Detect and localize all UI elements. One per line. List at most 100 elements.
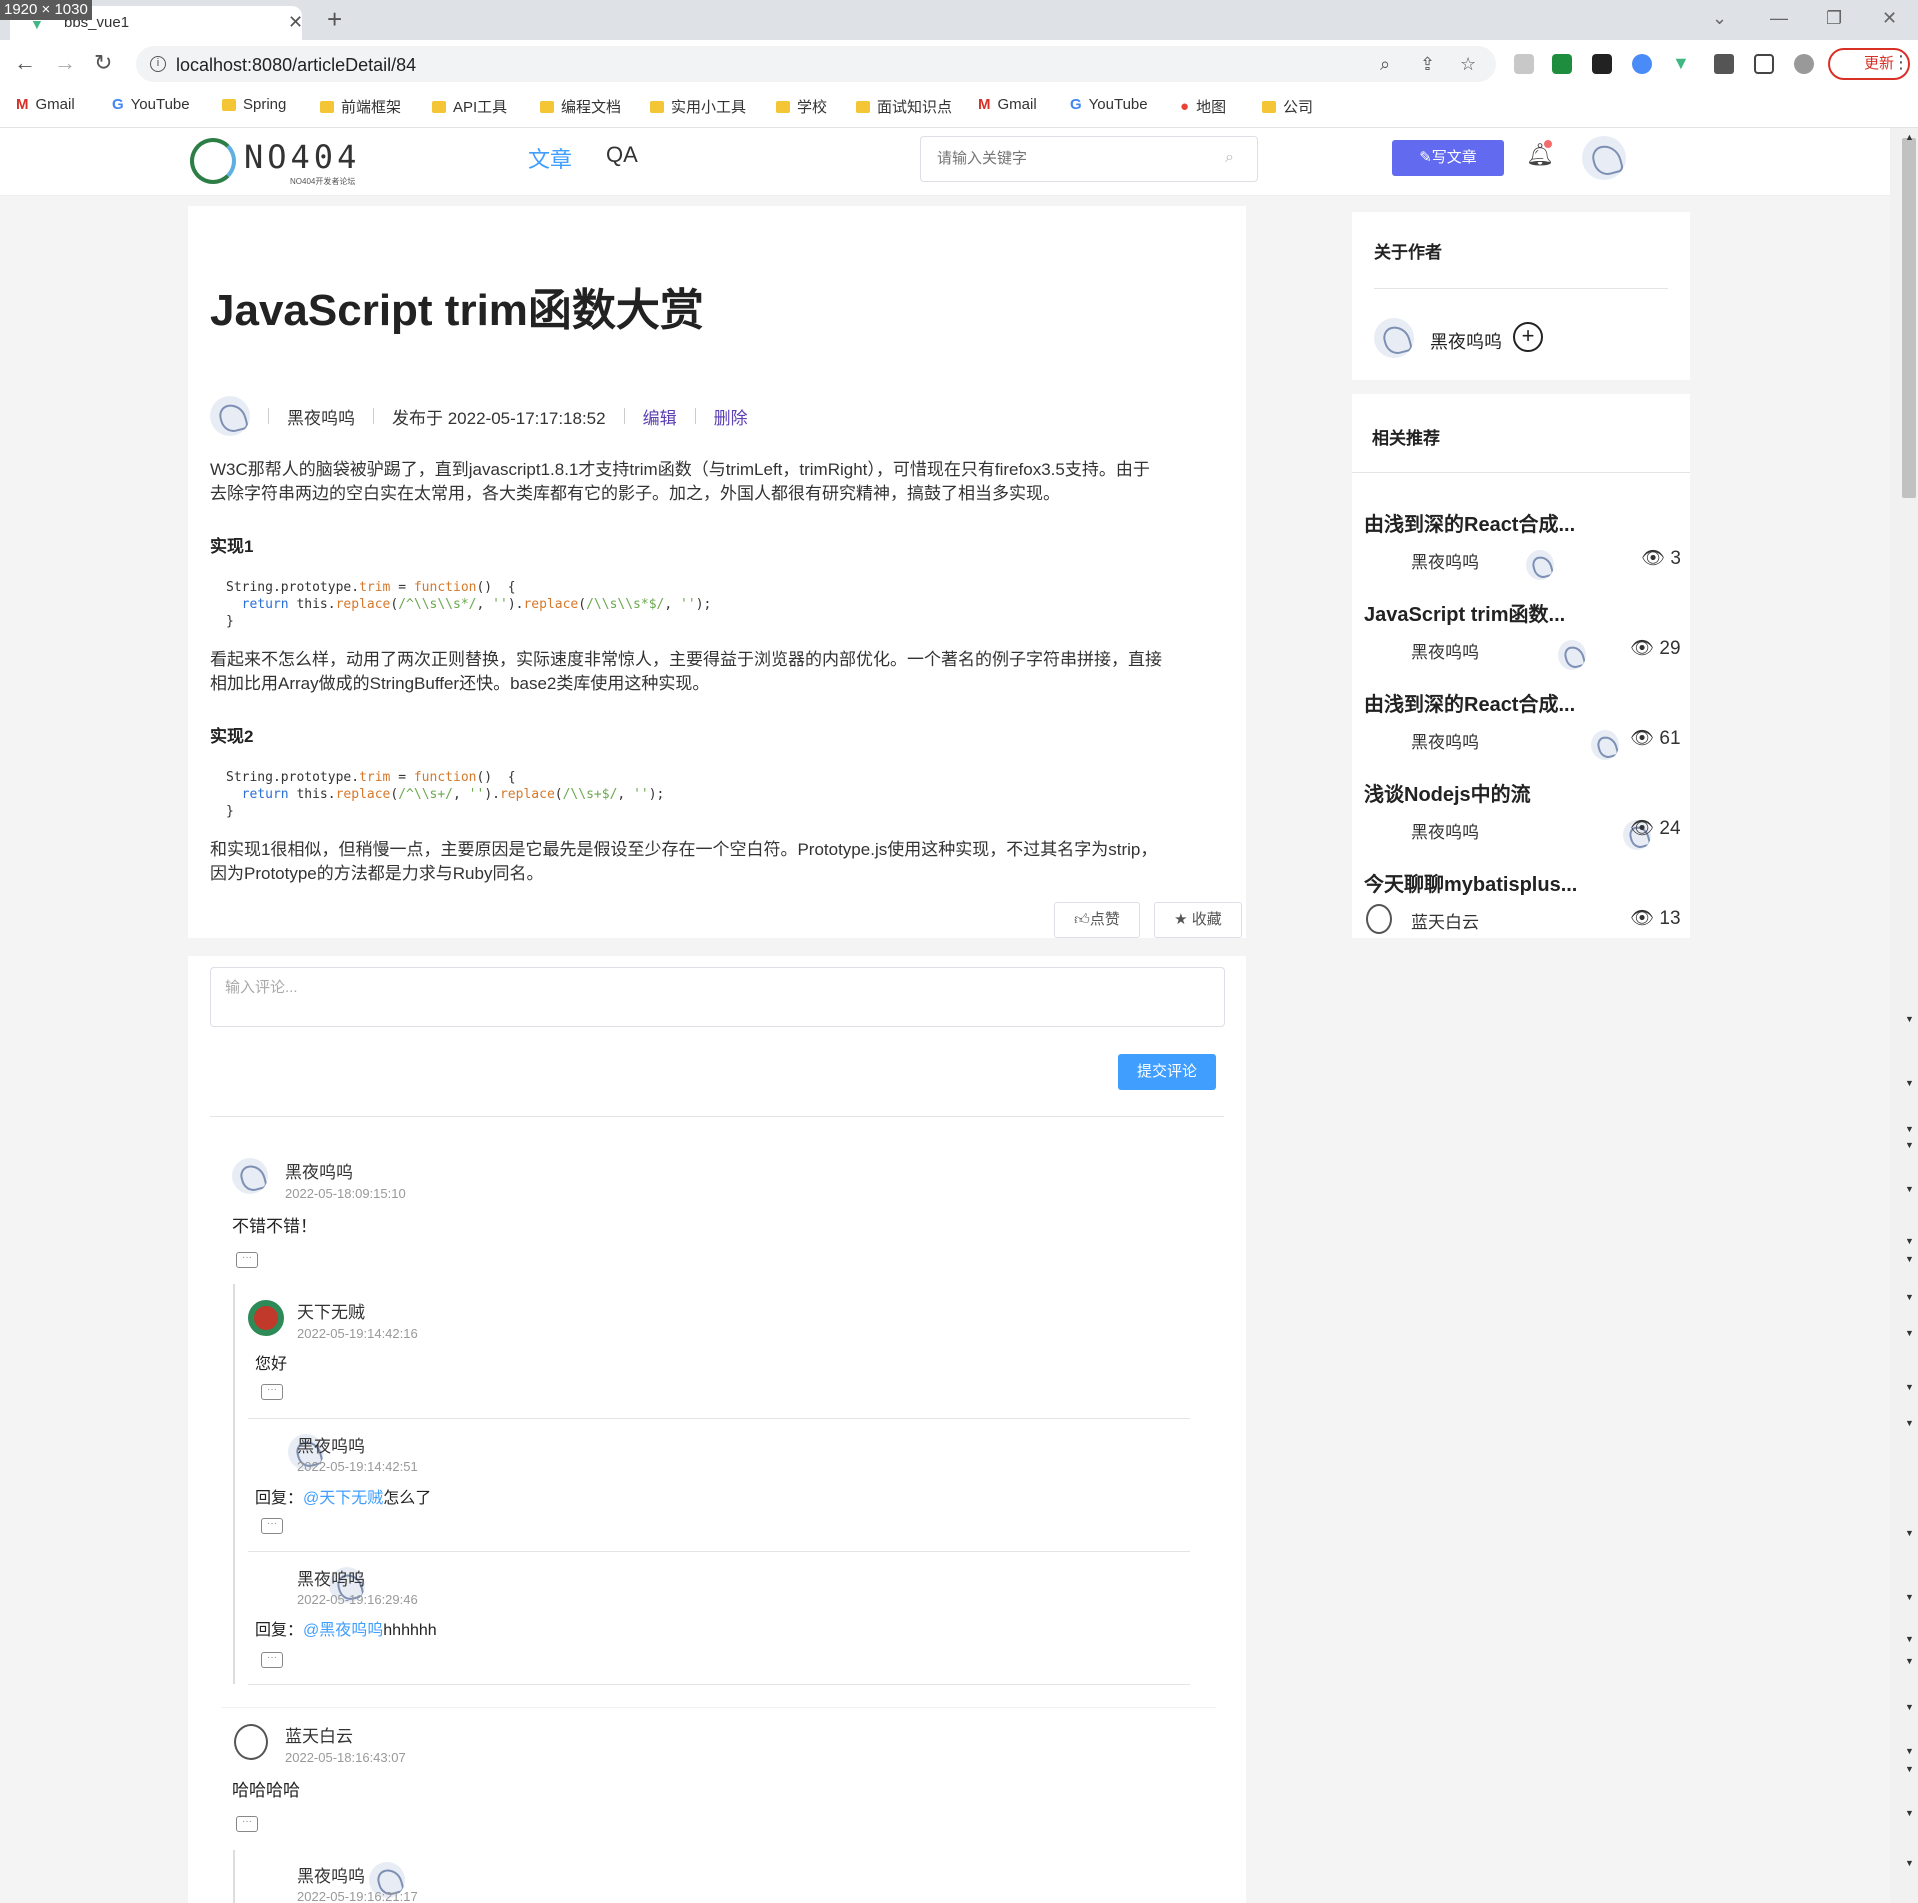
rec-title[interactable]: 浅谈Nodejs中的流 [1364,778,1531,807]
comment-input[interactable]: 输入评论... [210,967,1225,1027]
reply-icon[interactable]: ··· [261,1384,283,1400]
rec-title[interactable]: 今天聊聊mybatisplus... [1364,868,1577,897]
bookmark-spring[interactable]: Spring [222,96,286,113]
close-tab-icon[interactable]: ✕ [288,12,303,33]
bookmark-youtube-2[interactable]: G YouTube [1070,96,1148,113]
article-title: JavaScript trim函数大赏 [210,286,704,335]
rec-title[interactable]: JavaScript trim函数... [1364,598,1565,627]
rec-author[interactable]: 黑夜呜呜 [1411,818,1479,843]
submit-comment-button[interactable]: 提交评论 [1118,1054,1216,1090]
rec-title[interactable]: 由浅到深的React合成... [1364,508,1575,537]
folder-icon [222,98,236,111]
bookmark-maps[interactable]: ● 地图 [1180,96,1226,117]
comment-author[interactable]: 黑夜呜呜 [285,1158,353,1183]
vue-devtools-icon[interactable]: ▼ [1672,54,1692,74]
scroll-arrow-icon: ▼ [1905,1418,1914,1428]
comment-author[interactable]: 天下无贼 [297,1298,365,1323]
rec-author[interactable]: 黑夜呜呜 [1411,638,1479,663]
bookmark-docs[interactable]: 编程文档 [540,96,621,117]
rec-author[interactable]: 蓝天白云 [1411,908,1479,933]
comment-author[interactable]: 黑夜呜呜 [297,1565,365,1590]
publish-date: 发布于 2022-05-17:17:18:52 [392,408,606,428]
reply-icon[interactable]: ··· [261,1652,283,1668]
comment-avatar[interactable] [248,1300,284,1336]
mention-link[interactable]: @天下无贼 [303,1490,383,1507]
collect-button[interactable]: ★ 收藏 [1154,902,1242,938]
bookmark-api-tools[interactable]: API工具 [432,96,507,117]
rec-author[interactable]: 黑夜呜呜 [1411,728,1479,753]
extensions-puzzle-icon[interactable] [1714,54,1734,74]
new-tab-icon[interactable]: + [327,4,342,35]
reload-icon[interactable]: ↻ [94,50,112,76]
scroll-up-icon[interactable]: ▲ [1905,132,1914,142]
reply-icon[interactable]: ··· [236,1816,258,1832]
rec-title[interactable]: 由浅到深的React合成... [1364,688,1575,717]
author-name[interactable]: 黑夜呜呜 [287,404,355,429]
bookmark-gmail[interactable]: M Gmail [16,96,75,113]
site-logo[interactable]: NO404 NO404开发者论坛 [190,134,406,186]
comment-avatar[interactable] [234,1724,268,1760]
sidebar-author-avatar[interactable] [1374,318,1414,358]
sidebar-author-name[interactable]: 黑夜呜呜 [1430,328,1502,354]
meta-divider [694,408,696,424]
rec-author[interactable]: 黑夜呜呜 [1411,548,1479,573]
delete-link[interactable]: 删除 [714,404,748,429]
menu-icon[interactable]: ⋮ [1892,52,1910,73]
eye-icon: 👁︎ [1630,818,1655,839]
side-panel-icon[interactable] [1754,54,1774,74]
paragraph-3b: 因为Prototype的方法都是力求与Ruby同名。 [210,864,544,883]
profile-icon[interactable] [1794,54,1814,74]
search-input[interactable] [937,150,1217,167]
reply-icon[interactable]: ··· [261,1518,283,1534]
bookmark-school[interactable]: 学校 [776,96,827,117]
edit-link[interactable]: 编辑 [643,404,677,429]
scroll-arrow-icon: ▼ [1905,1592,1914,1602]
user-avatar[interactable] [1582,136,1626,180]
extension-2-icon[interactable] [1552,54,1572,74]
site-info-icon[interactable]: i [150,56,166,72]
author-avatar[interactable] [210,396,250,436]
nav-articles[interactable]: 文章 [528,142,572,174]
address-bar[interactable]: i localhost:8080/articleDetail/84 ⌕ ⇪ ☆ [136,46,1496,82]
tab-search-icon[interactable]: ⌄ [1712,8,1727,29]
bookmark-star-icon[interactable]: ☆ [1460,54,1476,75]
heading-impl-2: 实现2 [210,727,254,746]
bookmark-label: 实用小工具 [671,99,747,116]
comment-author[interactable]: 黑夜呜呜 [297,1432,365,1457]
bookmark-label: 面试知识点 [877,99,953,116]
comment-avatar[interactable] [232,1158,268,1194]
comment-author[interactable]: 黑夜呜呜 [297,1862,365,1887]
close-window-icon[interactable]: ✕ [1882,8,1897,29]
reply-text: 回复：@黑夜呜呜hhhhhh [255,1616,437,1640]
bookmark-label: 前端框架 [341,99,402,116]
comment-author[interactable]: 蓝天白云 [285,1722,353,1747]
extension-3-icon[interactable] [1592,54,1612,74]
bookmark-company[interactable]: 公司 [1262,96,1313,117]
minimize-icon[interactable]: — [1770,8,1788,29]
bookmark-tools[interactable]: 实用小工具 [650,96,746,117]
like-button[interactable]: 👍︎点赞 [1054,902,1140,938]
paragraph-1b: 去除字符串两边的空白实在太常用，各大类库都有它的影子。加之，外国人都很有研究精神… [210,484,1060,503]
bookmark-interview[interactable]: 面试知识点 [856,96,952,117]
search-icon[interactable]: ⌕ [1225,149,1234,167]
nav-qa[interactable]: QA [606,142,638,168]
extension-1-icon[interactable] [1514,54,1534,74]
meta-divider [623,408,625,424]
restore-icon[interactable]: ❐ [1826,8,1842,29]
bookmark-gmail-2[interactable]: M Gmail [978,96,1037,113]
back-icon[interactable]: ← [14,50,36,76]
write-article-button[interactable]: ✎写文章 [1392,140,1504,176]
bookmark-youtube[interactable]: G YouTube [112,96,190,113]
recommend-title: 相关推荐 [1372,429,1440,448]
extension-4-icon[interactable] [1632,54,1652,74]
scroll-arrow-icon: ▼ [1905,1634,1914,1644]
search-box[interactable]: ⌕ [920,136,1258,182]
forward-icon[interactable]: → [54,50,76,76]
bookmark-frontend[interactable]: 前端框架 [320,96,401,117]
scrollbar-thumb[interactable] [1902,138,1916,498]
mention-link[interactable]: @黑夜呜呜 [303,1622,383,1639]
share-icon[interactable]: ⇪ [1420,54,1435,75]
reply-icon[interactable]: ··· [236,1252,258,1268]
follow-plus-icon[interactable]: + [1513,322,1543,352]
zoom-icon[interactable]: ⌕ [1380,54,1390,75]
